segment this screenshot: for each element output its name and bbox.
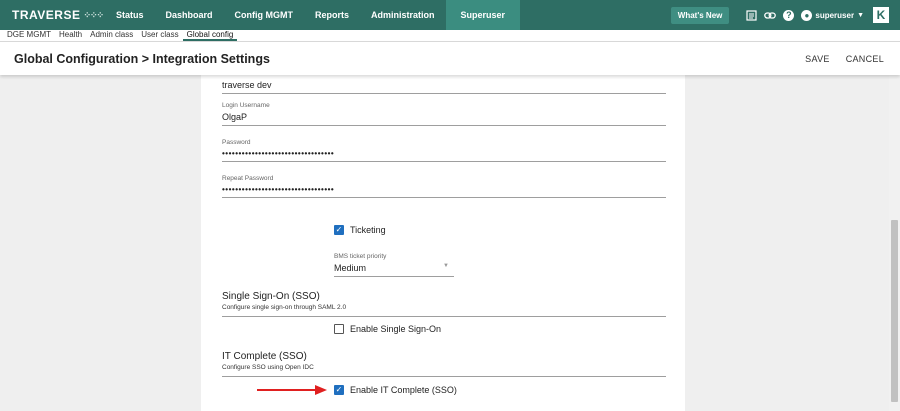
subnav-global-config[interactable]: Global config <box>182 30 238 41</box>
enable-sso-label: Enable Single Sign-On <box>350 324 442 334</box>
kaseya-logo-icon[interactable]: K <box>873 7 889 23</box>
repeat-password-value: •••••••••••••••••••••••••••••••••• <box>222 185 335 194</box>
password-field[interactable]: Password •••••••••••••••••••••••••••••••… <box>222 139 666 162</box>
save-button[interactable]: SAVE <box>805 54 830 64</box>
chevron-down-icon[interactable]: ▼ <box>857 12 864 19</box>
sso-description: Configure single sign-on through SAML 2.… <box>222 304 347 311</box>
integration-settings-panel: traverse dev Login Username OlgaP Passwo… <box>201 75 685 411</box>
nav-administration[interactable]: Administration <box>360 0 446 30</box>
sso-checkbox-row[interactable]: Enable Single Sign-On <box>334 324 441 334</box>
title-bar: Global Configuration > Integration Setti… <box>0 41 900 75</box>
username-label[interactable]: superuser <box>815 11 854 20</box>
repeat-password-field[interactable]: Repeat Password ••••••••••••••••••••••••… <box>222 175 666 198</box>
password-value: •••••••••••••••••••••••••••••••••• <box>222 149 335 158</box>
login-username-value: OlgaP <box>222 112 248 122</box>
whats-new-button[interactable]: What's New <box>670 6 730 24</box>
password-label: Password <box>222 139 251 146</box>
link-icon[interactable] <box>764 10 777 21</box>
it-complete-description: Configure SSO using Open IDC <box>222 364 314 371</box>
dropdown-arrow-icon[interactable]: ▼ <box>443 263 449 273</box>
ticketing-label: Ticketing <box>350 225 386 235</box>
user-avatar-icon[interactable]: ● <box>801 9 813 21</box>
login-username-label: Login Username <box>222 102 270 109</box>
enable-it-complete-label: Enable IT Complete (SSO) <box>350 385 457 395</box>
nav-dashboard[interactable]: Dashboard <box>155 0 224 30</box>
nav-config-mgmt[interactable]: Config MGMT <box>224 0 304 30</box>
ticketing-checkbox-row[interactable]: ✓ Ticketing <box>334 225 386 235</box>
it-complete-title: IT Complete (SSO) <box>222 351 307 362</box>
ticketing-checkbox[interactable]: ✓ <box>334 225 344 235</box>
login-username-field[interactable]: Login Username OlgaP <box>222 102 666 126</box>
subnav-dge-mgmt[interactable]: DGE MGMT <box>0 30 55 41</box>
top-nav: TRAVERSE ⁘⁘⁘ Status Dashboard Config MGMT… <box>0 0 900 30</box>
nav-right-tools: What's New ? ● superuser ▼ K <box>670 0 900 30</box>
traverse-logo[interactable]: TRAVERSE ⁘⁘⁘ <box>0 0 105 30</box>
subnav-user-class[interactable]: User class <box>137 30 182 41</box>
document-icon[interactable] <box>746 9 757 21</box>
repeat-password-label: Repeat Password <box>222 175 274 182</box>
nav-superuser[interactable]: Superuser <box>445 0 521 30</box>
nav-status[interactable]: Status <box>105 0 155 30</box>
scrollbar-thumb[interactable] <box>891 220 898 402</box>
top-field-value: traverse dev <box>222 80 272 90</box>
ticket-priority-label: BMS ticket priority <box>334 253 387 260</box>
subnav-health[interactable]: Health <box>55 30 86 41</box>
sso-section-header: Single Sign-On (SSO) Configure single si… <box>222 291 666 317</box>
ticket-priority-select[interactable]: BMS ticket priority Medium ▼ <box>334 253 454 277</box>
page-title: Global Configuration > Integration Setti… <box>14 51 270 66</box>
help-icon[interactable]: ? <box>783 9 795 21</box>
logo-dots-icon: ⁘⁘⁘ <box>83 9 104 20</box>
top-field[interactable]: traverse dev <box>222 77 666 94</box>
sso-title: Single Sign-On (SSO) <box>222 291 320 302</box>
sub-nav: DGE MGMT Health Admin class User class G… <box>0 30 900 41</box>
enable-it-complete-checkbox[interactable]: ✓ <box>334 385 344 395</box>
annotation-arrow-icon <box>257 385 327 395</box>
ticket-priority-value: Medium <box>334 263 367 273</box>
enable-sso-checkbox[interactable] <box>334 324 344 334</box>
it-complete-checkbox-row[interactable]: ✓ Enable IT Complete (SSO) <box>334 385 457 395</box>
subnav-admin-class[interactable]: Admin class <box>86 30 137 41</box>
it-complete-section-header: IT Complete (SSO) Configure SSO using Op… <box>222 351 666 377</box>
cancel-button[interactable]: CANCEL <box>846 54 884 64</box>
nav-reports[interactable]: Reports <box>304 0 360 30</box>
